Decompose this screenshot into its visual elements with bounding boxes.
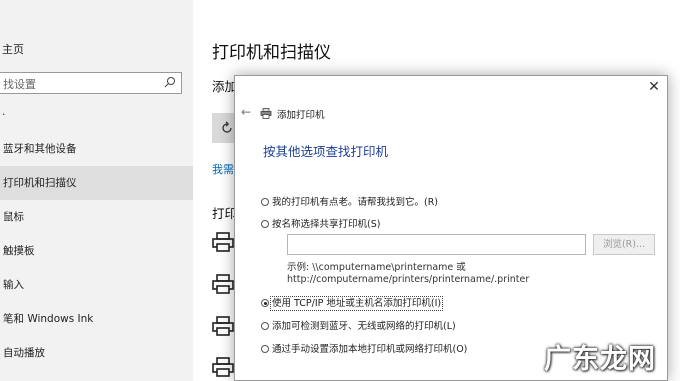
dialog-title: 添加打印机: [277, 110, 325, 121]
option-manual[interactable]: 通过手动设置添加本地打印机或网络打印机(O): [261, 341, 467, 355]
search-icon[interactable]: [164, 76, 176, 88]
sidebar-home[interactable]: 主页: [2, 41, 24, 57]
sidebar-item-bluetooth[interactable]: 蓝牙和其他设备: [0, 132, 193, 166]
printer-icon[interactable]: [211, 357, 235, 377]
sidebar-item-typing[interactable]: 输入: [0, 268, 193, 302]
option-label: 使用 TCP/IP 地址或主机名添加打印机(I): [269, 296, 444, 311]
watermark-text: 广东龙网: [544, 344, 656, 375]
dialog-heading: 按其他选项查找打印机: [263, 144, 389, 159]
option-old-printer[interactable]: 我的打印机有点老。请帮我找到它。(R): [261, 194, 438, 208]
settings-search-box[interactable]: [0, 72, 182, 94]
option-tcpip[interactable]: 使用 TCP/IP 地址或主机名添加打印机(I): [261, 295, 444, 311]
sidebar-item-pen[interactable]: 笔和 Windows Ink: [0, 302, 193, 336]
page-title: 打印机和扫描仪: [212, 43, 331, 63]
sidebar-item-autoplay[interactable]: 自动播放: [0, 336, 193, 370]
share-example-text: 示例: \\computername\printername 或 http://…: [287, 262, 529, 286]
sidebar-item-printers[interactable]: 打印机和扫描仪: [0, 166, 193, 200]
printer-icon[interactable]: [211, 274, 235, 294]
option-label: 我的打印机有点老。请帮我找到它。(R): [272, 197, 439, 208]
search-input[interactable]: [3, 75, 153, 94]
radio-button[interactable]: [261, 322, 269, 330]
shared-printer-name-input[interactable]: [287, 234, 586, 255]
printer-icon[interactable]: [211, 232, 235, 252]
option-label: 通过手动设置添加本地打印机或网络打印机(O): [272, 344, 468, 355]
close-icon[interactable]: ✕: [645, 79, 663, 95]
option-label: 按名称选择共享打印机(S): [272, 219, 381, 230]
back-arrow-icon[interactable]: ←: [241, 105, 251, 119]
option-label: 添加可检测到蓝牙、无线或网络的打印机(L): [272, 321, 456, 332]
printer-icon[interactable]: [211, 316, 235, 336]
browse-button[interactable]: 浏览(R)...: [593, 234, 655, 255]
radio-button[interactable]: [261, 220, 269, 228]
help-link[interactable]: 我需: [212, 161, 234, 177]
sidebar-section-head: ·: [2, 108, 6, 121]
radio-button[interactable]: [261, 299, 269, 307]
option-shared-printer[interactable]: 按名称选择共享打印机(S): [261, 216, 380, 230]
settings-sidebar: 主页 · 蓝牙和其他设备 打印机和扫描仪 鼠标 触摸板 输入 笔和 Window…: [0, 0, 193, 381]
radio-button[interactable]: [261, 345, 269, 353]
option-wireless[interactable]: 添加可检测到蓝牙、无线或网络的打印机(L): [261, 318, 456, 332]
refresh-icon: [222, 121, 232, 133]
sidebar-item-mouse[interactable]: 鼠标: [0, 200, 193, 234]
sidebar-item-touchpad[interactable]: 触摸板: [0, 234, 193, 268]
radio-button[interactable]: [261, 198, 269, 206]
example-line-2: http://computername/printers/printername…: [287, 274, 530, 285]
printer-icon: [260, 108, 272, 119]
example-line-1: 示例: \\computername\printername 或: [287, 262, 466, 273]
add-printer-dialog: ✕ ← 添加打印机 按其他选项查找打印机 我的打印机有点老。请帮我找到它。(R)…: [234, 75, 668, 381]
